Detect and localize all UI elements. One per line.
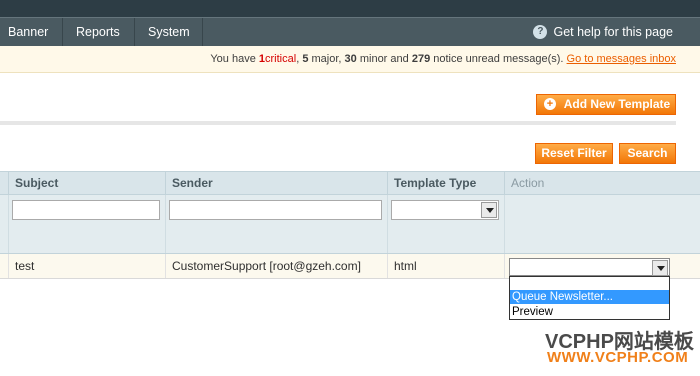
filter-cell-sender — [166, 195, 388, 253]
cell-template-type: html — [388, 254, 505, 278]
grid-header: Subject Sender Template Type Action — [0, 171, 700, 195]
filter-cell-template-type — [388, 195, 505, 253]
system-notice-bar: You have 1critical, 5 major, 30 minor an… — [0, 46, 700, 73]
minor-word: minor and — [359, 53, 409, 65]
major-word: major, — [311, 53, 342, 65]
watermark-url: WWW.VCPHP.COM — [547, 349, 689, 366]
action-select[interactable] — [509, 258, 670, 276]
reset-filter-button[interactable]: Reset Filter — [535, 143, 613, 164]
search-button[interactable]: Search — [619, 143, 676, 164]
row-spacer — [0, 254, 9, 278]
nav-item-reports[interactable]: Reports — [63, 18, 135, 46]
filter-cell-subject — [9, 195, 166, 253]
main-nav: Banner Reports System ? Get help for thi… — [0, 17, 700, 46]
add-new-template-button[interactable]: + Add New Template — [536, 94, 676, 115]
messages-inbox-link[interactable]: Go to messages inbox — [567, 53, 676, 65]
help-icon: ? — [533, 25, 548, 39]
chevron-down-icon — [481, 202, 497, 218]
subject-filter-input[interactable] — [12, 200, 160, 220]
header-spacer — [0, 172, 9, 194]
action-option-queue-newsletter[interactable]: Queue Newsletter... — [510, 290, 669, 304]
column-header-action: Action — [511, 176, 545, 190]
notice-suffix: notice unread message(s). — [433, 53, 564, 65]
plus-icon: + — [544, 98, 556, 110]
sender-filter-input[interactable] — [169, 200, 382, 220]
add-new-template-label: Add New Template — [563, 97, 671, 111]
critical-word: critical — [265, 53, 297, 65]
cell-subject: test — [9, 254, 166, 278]
nav-item-banner[interactable]: Banner — [0, 18, 63, 46]
template-type-filter-select[interactable] — [391, 200, 499, 220]
action-option-blank[interactable] — [510, 277, 669, 290]
column-header-sender[interactable]: Sender — [166, 172, 388, 194]
filter-spacer — [0, 195, 9, 253]
column-header-template-type[interactable]: Template Type — [388, 172, 505, 194]
chevron-down-icon — [652, 260, 668, 276]
minor-count: 30 — [344, 53, 357, 65]
filter-cell-action — [505, 195, 700, 253]
section-divider — [0, 121, 676, 125]
nav-item-system[interactable]: System — [135, 18, 203, 46]
top-bar — [0, 0, 700, 17]
notice-text: You have 1critical, 5 major, 30 minor an… — [210, 53, 676, 65]
column-header-subject[interactable]: Subject — [9, 172, 166, 194]
action-dropdown-list: Queue Newsletter... Preview — [509, 276, 670, 320]
notice-count: 279 — [411, 53, 431, 65]
filter-row — [0, 195, 700, 254]
action-option-preview[interactable]: Preview — [510, 305, 669, 319]
notice-prefix: You have — [210, 53, 256, 65]
help-link[interactable]: ? Get help for this page — [533, 18, 673, 46]
major-count: 5 — [302, 53, 309, 65]
help-label: Get help for this page — [553, 25, 673, 39]
cell-sender: CustomerSupport [root@gzeh.com] — [166, 254, 388, 278]
page: Banner Reports System ? Get help for thi… — [0, 0, 700, 376]
